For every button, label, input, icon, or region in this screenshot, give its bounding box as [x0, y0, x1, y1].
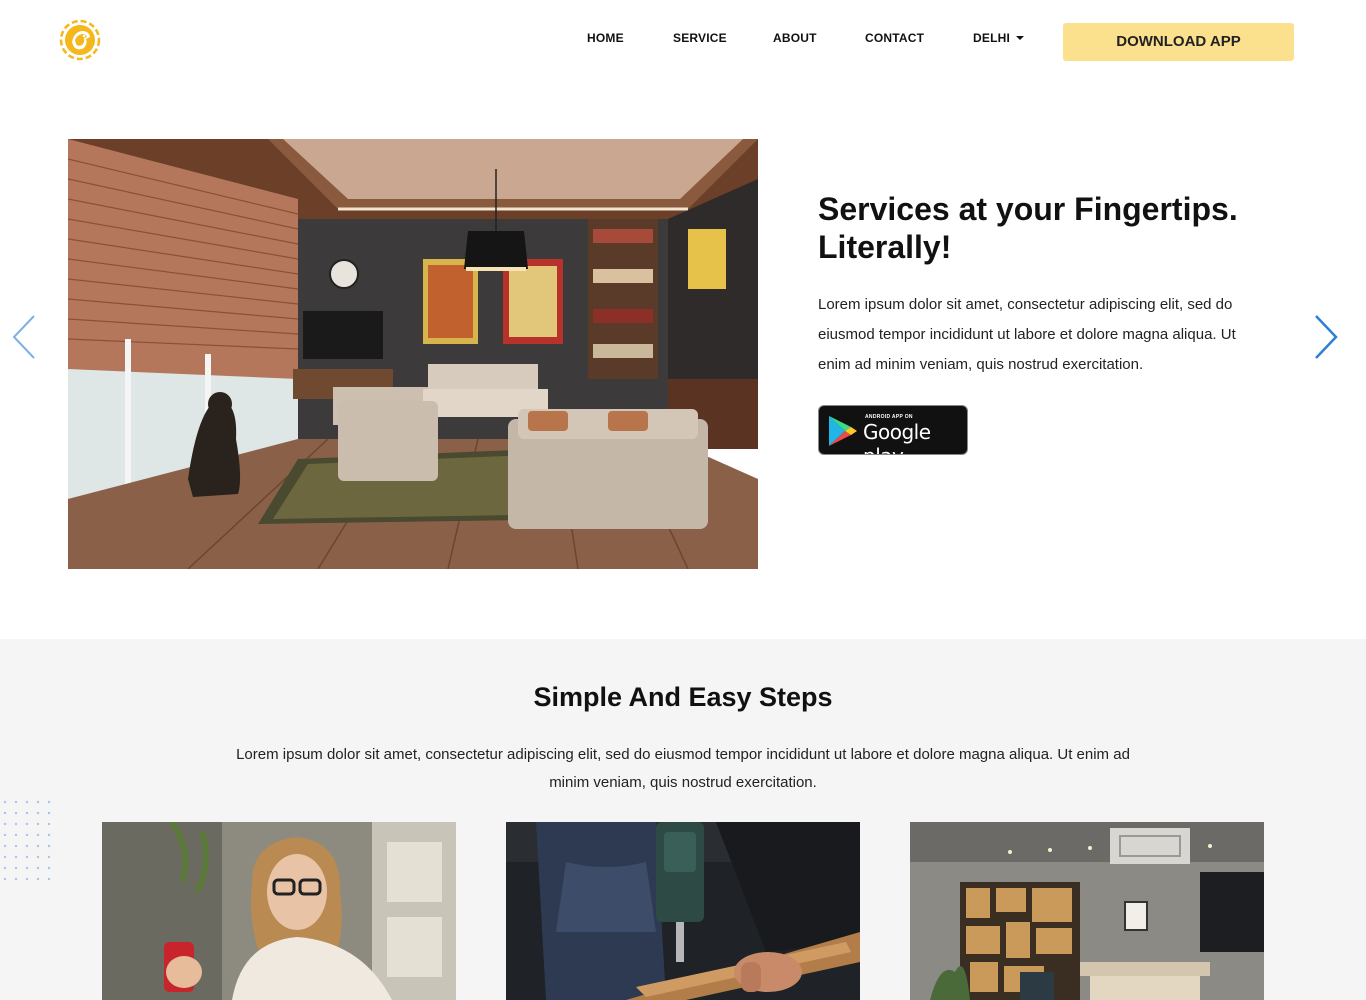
caret-down-icon: [1016, 36, 1024, 40]
site-header: HOME SERVICE ABOUT CONTACT DELHI DOWNLOA…: [0, 0, 1366, 82]
google-play-big-text: Google play: [863, 420, 931, 454]
nav-contact[interactable]: CONTACT: [865, 31, 924, 45]
nav-service[interactable]: SERVICE: [673, 31, 727, 45]
dot-pattern-decoration: [2, 799, 62, 887]
living-room-photo: [68, 139, 758, 569]
step-card-office-interior-photo[interactable]: [910, 822, 1264, 1000]
city-dropdown-label: DELHI: [973, 31, 1010, 45]
google-play-badge[interactable]: ANDROID APP ON Google play: [818, 405, 968, 455]
carousel-next-arrow-icon[interactable]: [1312, 314, 1342, 360]
city-dropdown[interactable]: DELHI: [973, 31, 1024, 45]
step-card-drill-worker-photo[interactable]: [506, 822, 860, 1000]
steps-section: Simple And Easy Steps Lorem ipsum dolor …: [0, 639, 1366, 1000]
hero-description: Lorem ipsum dolor sit amet, consectetur …: [818, 296, 1236, 373]
hero-title: Services at your Fingertips. Literally!: [818, 191, 1238, 265]
download-app-button[interactable]: DOWNLOAD APP: [1063, 23, 1294, 61]
steps-description: Lorem ipsum dolor sit amet, consectetur …: [236, 746, 1130, 791]
eagle-logo-icon[interactable]: [58, 18, 102, 62]
google-play-triangle-icon: [829, 416, 857, 446]
nav-home[interactable]: HOME: [587, 31, 624, 45]
nav-about[interactable]: ABOUT: [773, 31, 817, 45]
step-card-woman-with-phone-photo[interactable]: [102, 822, 456, 1000]
carousel-prev-arrow-icon[interactable]: [8, 314, 38, 360]
steps-title: Simple And Easy Steps: [533, 682, 833, 712]
